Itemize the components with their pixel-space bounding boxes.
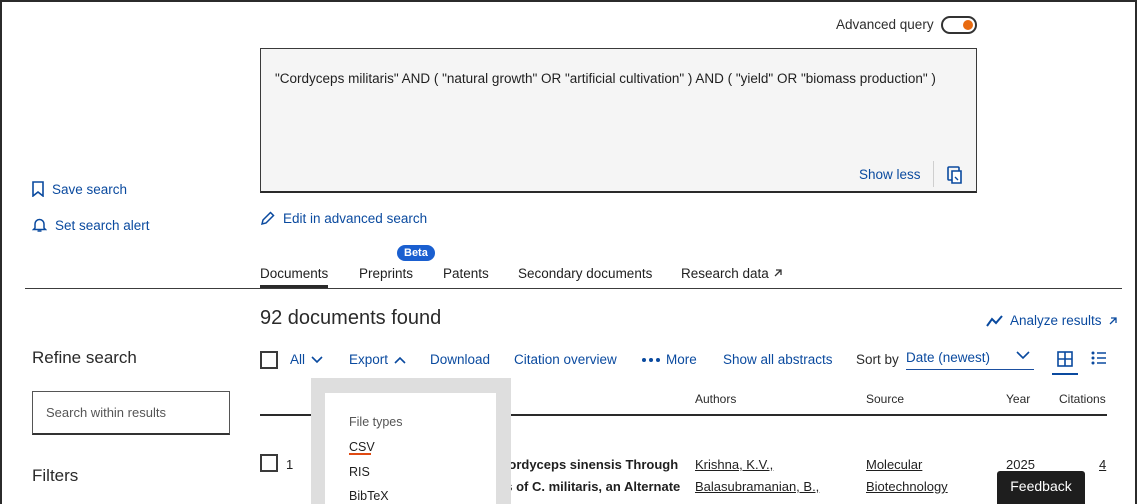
file-types-heading: File types xyxy=(349,415,403,429)
header-source[interactable]: Source xyxy=(866,392,904,406)
more-button[interactable]: More xyxy=(642,352,697,367)
chevron-up-icon xyxy=(394,356,406,364)
citations-link[interactable]: 4 xyxy=(1099,457,1106,472)
feedback-button[interactable]: Feedback xyxy=(997,471,1085,504)
more-dots-icon xyxy=(642,357,660,362)
set-search-alert-link[interactable]: Set search alert xyxy=(32,217,150,233)
save-search-label: Save search xyxy=(52,181,128,197)
chevron-down-icon xyxy=(311,355,323,363)
tab-research-data-label: Research data xyxy=(681,266,769,281)
results-count: 92 documents found xyxy=(260,307,442,329)
author-link[interactable]: Balasubramanian, B., xyxy=(695,479,819,494)
result-title-line2[interactable]: es of C. militaris, an Alternate xyxy=(498,479,680,494)
header-authors[interactable]: Authors xyxy=(695,392,736,406)
result-title-line1[interactable]: Cordyceps sinensis Through xyxy=(499,457,678,472)
source-link[interactable]: Molecular xyxy=(866,457,922,472)
row-checkbox[interactable] xyxy=(260,454,278,472)
filters-heading: Filters xyxy=(32,466,79,485)
trend-line-icon xyxy=(986,314,1003,327)
sort-value: Date (newest) xyxy=(906,350,991,365)
toggle-knob xyxy=(963,20,973,30)
download-button[interactable]: Download xyxy=(430,352,490,367)
export-label: Export xyxy=(349,352,389,367)
chevron-down-icon xyxy=(1016,351,1030,360)
all-dropdown[interactable]: All xyxy=(290,352,323,367)
csv-focus-underline xyxy=(349,453,371,455)
beta-badge: Beta xyxy=(397,245,435,261)
export-bibtex-option[interactable]: BibTeX xyxy=(349,489,389,503)
advanced-query-label: Advanced query xyxy=(836,17,934,32)
header-citations[interactable]: Citations xyxy=(1059,392,1106,406)
edit-advanced-label: Edit in advanced search xyxy=(283,211,428,226)
set-alert-label: Set search alert xyxy=(55,217,150,233)
analyze-results-link[interactable]: Analyze results xyxy=(986,313,1118,328)
author-link[interactable]: Krishna, K.V., xyxy=(695,457,773,472)
export-csv-option[interactable]: CSV xyxy=(349,440,375,454)
pencil-icon xyxy=(260,211,275,226)
year-cell: 2025 xyxy=(1006,457,1035,472)
edit-advanced-search-link[interactable]: Edit in advanced search xyxy=(260,211,427,226)
all-label: All xyxy=(290,352,306,367)
tab-patents[interactable]: Patents xyxy=(443,266,489,281)
query-text: "Cordyceps militaris" AND ( "natural gro… xyxy=(275,71,936,86)
grid-view-active-indicator xyxy=(1052,373,1078,375)
sort-by-label: Sort by xyxy=(856,352,899,367)
analyze-results-label: Analyze results xyxy=(1010,313,1102,328)
export-dropdown[interactable]: Export xyxy=(349,352,406,367)
list-view-icon[interactable] xyxy=(1091,351,1107,368)
copy-icon[interactable] xyxy=(947,166,963,184)
export-ris-option[interactable]: RIS xyxy=(349,465,370,479)
external-arrow-icon xyxy=(1109,316,1117,324)
bell-icon xyxy=(32,218,47,232)
query-divider xyxy=(933,161,934,187)
header-year[interactable]: Year xyxy=(1006,392,1030,406)
show-less-link[interactable]: Show less xyxy=(859,167,921,182)
row-number: 1 xyxy=(286,457,294,472)
bookmark-icon xyxy=(32,181,44,197)
external-arrow-icon xyxy=(774,269,782,277)
citation-overview-button[interactable]: Citation overview xyxy=(514,352,617,367)
source-link[interactable]: Biotechnology xyxy=(866,479,948,494)
more-label: More xyxy=(666,352,697,367)
select-all-checkbox[interactable] xyxy=(260,351,278,369)
tab-research-data[interactable]: Research data xyxy=(681,266,783,281)
tab-preprints[interactable]: Preprints xyxy=(359,266,413,281)
tabs-divider xyxy=(25,288,1122,289)
tab-secondary-documents[interactable]: Secondary documents xyxy=(518,266,652,281)
show-all-abstracts-button[interactable]: Show all abstracts xyxy=(723,352,833,367)
grid-view-icon[interactable] xyxy=(1057,351,1073,370)
advanced-query-toggle[interactable] xyxy=(941,16,977,34)
tab-documents[interactable]: Documents xyxy=(260,266,329,288)
query-box[interactable]: "Cordyceps militaris" AND ( "natural gro… xyxy=(260,48,977,193)
refine-search-heading: Refine search xyxy=(32,348,137,367)
save-search-link[interactable]: Save search xyxy=(32,181,127,197)
search-within-input[interactable]: Search within results xyxy=(32,391,230,435)
sort-select[interactable]: Date (newest) xyxy=(906,350,1034,370)
